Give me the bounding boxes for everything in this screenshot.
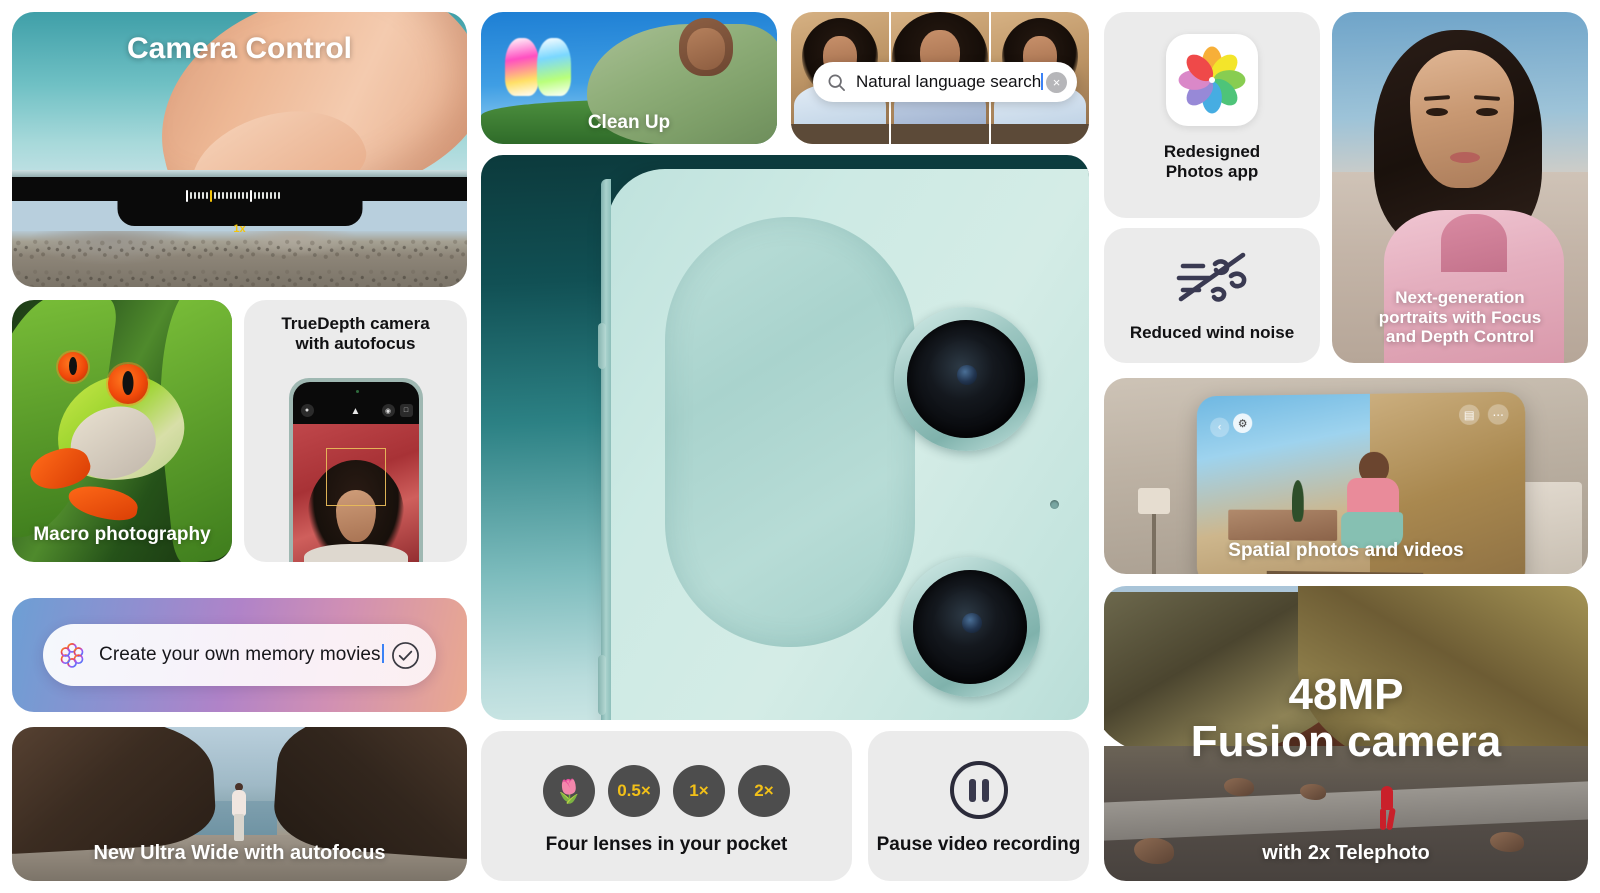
phone-mockup: ● ▲ ◉ □ bbox=[288, 378, 423, 562]
more-options-icon[interactable]: ⋯ bbox=[1487, 404, 1509, 425]
ultra-wide-card[interactable]: New Ultra Wide with autofocus bbox=[12, 727, 467, 881]
volume-button bbox=[598, 323, 606, 369]
text-caret bbox=[381, 644, 384, 663]
camera-plateau bbox=[665, 217, 1059, 697]
search-input-value: Natural language search bbox=[856, 72, 1042, 91]
macro-lens-button[interactable]: 🌷 bbox=[543, 765, 595, 817]
zoom-slider-ticks[interactable] bbox=[185, 189, 294, 202]
text-caret bbox=[1041, 73, 1044, 90]
portraits-card[interactable]: Next-generation portraits with Focus and… bbox=[1332, 12, 1588, 363]
rock bbox=[1300, 784, 1326, 800]
video-icon[interactable]: ▤ bbox=[1458, 404, 1480, 426]
frog-eye bbox=[108, 364, 148, 404]
apple-intelligence-sparkle-icon bbox=[60, 642, 84, 668]
rock-right bbox=[271, 727, 467, 861]
truedepth-line1: TrueDepth camera bbox=[281, 314, 430, 333]
portraits-line1: Next-generation bbox=[1395, 287, 1525, 307]
flash-icon[interactable]: ● bbox=[300, 404, 314, 417]
ultrawide-camera-lens bbox=[900, 557, 1040, 697]
photos-app-caption: Redesigned Photos app bbox=[1104, 142, 1320, 183]
removed-subject-glow bbox=[537, 38, 571, 96]
runner-figure bbox=[1378, 786, 1396, 831]
camera-viewfinder bbox=[292, 424, 419, 562]
reduced-wind-noise-card[interactable]: Reduced wind noise bbox=[1104, 228, 1320, 363]
memory-movie-input[interactable]: Create your own memory movies bbox=[43, 624, 436, 686]
zoom-level-label: 1x bbox=[233, 223, 246, 235]
spatial-caption: Spatial photos and videos bbox=[1228, 539, 1464, 561]
natural-language-search-card[interactable]: Natural language search × bbox=[791, 12, 1089, 144]
camera-control-title: Camera Control bbox=[126, 32, 353, 65]
clean-up-card[interactable]: Clean Up bbox=[481, 12, 777, 144]
gear-icon[interactable]: ⚙ bbox=[1233, 413, 1253, 434]
volcanic-ground bbox=[12, 231, 467, 287]
fusion-title-line1: 48MP bbox=[1288, 670, 1404, 719]
check-circle-icon[interactable] bbox=[391, 641, 420, 670]
camera-toolbar: ● ▲ ◉ □ bbox=[293, 382, 419, 424]
fusion-camera-card[interactable]: 48MP Fusion camera with 2x Telephoto bbox=[1104, 586, 1588, 881]
live-photo-icon[interactable]: ◉ bbox=[381, 404, 395, 417]
iphone-camera-hero-card bbox=[481, 155, 1089, 720]
rock bbox=[1224, 778, 1254, 796]
chevron-up-icon[interactable]: ▲ bbox=[351, 406, 361, 417]
pause-caption: Pause video recording bbox=[876, 834, 1081, 856]
phone-screen: ● ▲ ◉ □ bbox=[292, 382, 419, 562]
photos-app-icon[interactable] bbox=[1166, 34, 1258, 126]
cypress-tree bbox=[1292, 480, 1304, 522]
camera-control-button bbox=[598, 655, 606, 715]
camera-control-card[interactable]: 1x Camera Control bbox=[12, 12, 467, 287]
wind-noise-off-icon bbox=[1176, 252, 1247, 302]
spatial-photos-card[interactable]: ‹ ⚙ ▤ ⋯ Spatial photos and videos bbox=[1104, 378, 1588, 574]
photos-app-line2: Photos app bbox=[1165, 162, 1259, 182]
eye bbox=[1476, 108, 1498, 116]
clean-up-caption: Clean Up bbox=[587, 111, 671, 133]
macro-caption: Macro photography bbox=[33, 523, 211, 545]
pause-circle-icon[interactable] bbox=[949, 761, 1008, 819]
ultrawide-lens-button[interactable]: 0.5× bbox=[608, 765, 660, 817]
telephoto-lens-button[interactable]: 2× bbox=[738, 765, 790, 817]
four-lenses-card[interactable]: 🌷 0.5× 1× 2× Four lenses in your pocket bbox=[481, 731, 852, 881]
subject-shirt bbox=[303, 544, 408, 562]
rock-left bbox=[12, 727, 218, 855]
search-bar[interactable]: Natural language search × bbox=[813, 62, 1077, 102]
search-value-wrap: Natural language search bbox=[856, 72, 1046, 92]
frog-eye bbox=[58, 352, 88, 382]
microphone-hole bbox=[1050, 500, 1059, 509]
wide-lens-button[interactable]: 1× bbox=[673, 765, 725, 817]
memory-movie-value: Create your own memory movies bbox=[99, 644, 381, 665]
fusion-caption: with 2x Telephoto bbox=[1262, 841, 1430, 864]
wind-noise-caption: Reduced wind noise bbox=[1129, 322, 1295, 342]
fusion-title-line2: Fusion camera bbox=[1190, 716, 1502, 766]
search-icon bbox=[828, 74, 845, 91]
wide-camera-lens bbox=[894, 307, 1038, 451]
ultra-wide-caption: New Ultra Wide with autofocus bbox=[93, 841, 386, 864]
iphone-side-rail bbox=[601, 179, 611, 720]
portraits-line2: portraits with Focus bbox=[1378, 307, 1542, 327]
memory-movies-card[interactable]: Create your own memory movies bbox=[12, 598, 467, 712]
portraits-line3: and Depth Control bbox=[1385, 327, 1535, 347]
aspect-ratio-icon[interactable]: □ bbox=[399, 404, 413, 417]
memory-movie-value-wrap: Create your own memory movies bbox=[99, 644, 391, 666]
clear-search-icon[interactable]: × bbox=[1046, 71, 1067, 93]
truedepth-caption: TrueDepth camera with autofocus bbox=[244, 314, 467, 355]
eye bbox=[1426, 108, 1448, 116]
truedepth-line2: with autofocus bbox=[295, 334, 416, 354]
status-dot-icon bbox=[355, 390, 359, 393]
photos-app-line1: Redesigned bbox=[1163, 142, 1261, 161]
face-detection-box bbox=[325, 448, 386, 506]
village-roof bbox=[1228, 510, 1338, 542]
feature-collage-board: 1x Camera Control Macro photography True… bbox=[0, 0, 1600, 893]
four-lenses-caption: Four lenses in your pocket bbox=[545, 834, 788, 856]
back-chevron-icon[interactable]: ‹ bbox=[1210, 417, 1230, 438]
lips bbox=[1450, 152, 1480, 163]
lens-button-row: 🌷 0.5× 1× 2× bbox=[481, 765, 852, 817]
truedepth-camera-card[interactable]: TrueDepth camera with autofocus ● ▲ ◉ □ bbox=[244, 300, 467, 562]
redesigned-photos-app-card[interactable]: Redesigned Photos app bbox=[1104, 12, 1320, 218]
person-head bbox=[679, 18, 733, 76]
fusion-title: 48MP Fusion camera bbox=[1104, 670, 1588, 766]
removed-subject-glow bbox=[505, 38, 539, 96]
person-figure bbox=[231, 783, 247, 841]
portraits-caption: Next-generation portraits with Focus and… bbox=[1332, 288, 1588, 347]
pause-recording-card[interactable]: Pause video recording bbox=[868, 731, 1089, 881]
macro-photography-card[interactable]: Macro photography bbox=[12, 300, 232, 562]
